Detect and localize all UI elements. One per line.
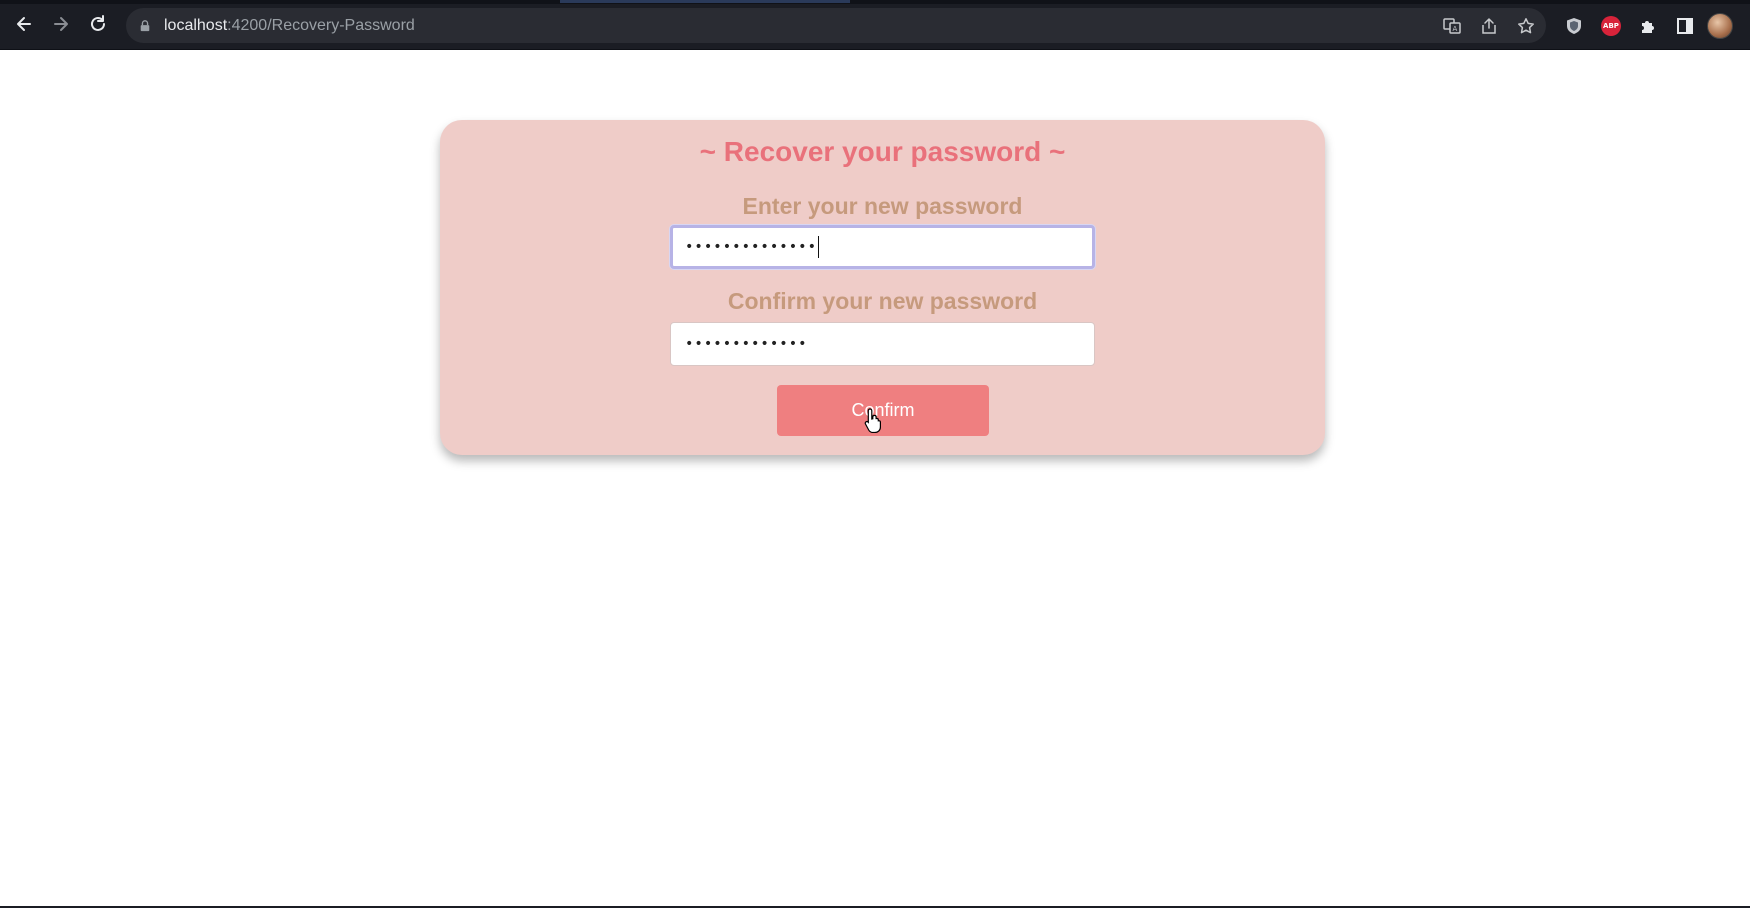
back-icon[interactable] — [12, 12, 36, 36]
text-caret — [818, 236, 820, 258]
browser-toolbar: localhost:4200/Recovery-Password A ABP — [0, 0, 1750, 50]
omnibox-actions: A — [1440, 8, 1538, 43]
recovery-card: ~ Recover your password ~ Enter your new… — [440, 120, 1325, 455]
abp-icon[interactable]: ABP — [1599, 14, 1623, 38]
url-text: localhost:4200/Recovery-Password — [164, 16, 415, 34]
lock-icon[interactable] — [138, 19, 152, 33]
translate-icon[interactable]: A — [1440, 14, 1464, 38]
reload-icon[interactable] — [86, 12, 110, 36]
svg-text:A: A — [1453, 25, 1458, 33]
new-password-field[interactable]: •••••••••••••• — [670, 225, 1095, 269]
share-icon[interactable] — [1477, 14, 1501, 38]
tab-strip-edge — [0, 0, 1750, 4]
puzzle-icon[interactable] — [1636, 14, 1660, 38]
star-icon[interactable] — [1514, 14, 1538, 38]
new-password-value: •••••••••••••• — [685, 239, 818, 255]
confirm-password-label: Confirm your new password — [727, 288, 1038, 314]
address-bar[interactable]: localhost:4200/Recovery-Password — [126, 8, 1546, 43]
page-title: ~ Recover your password ~ — [699, 136, 1066, 167]
sidepanel-icon[interactable] — [1673, 14, 1697, 38]
shield-icon[interactable] — [1562, 14, 1586, 38]
avatar[interactable] — [1707, 12, 1733, 39]
hand-cursor-icon — [864, 408, 881, 433]
confirm-password-value: ••••••••••••• — [685, 336, 808, 352]
new-password-label: Enter your new password — [742, 193, 1023, 219]
extensions-area: ABP — [1562, 8, 1733, 43]
forward-icon[interactable] — [49, 12, 73, 36]
confirm-password-field[interactable]: ••••••••••••• — [670, 322, 1095, 366]
